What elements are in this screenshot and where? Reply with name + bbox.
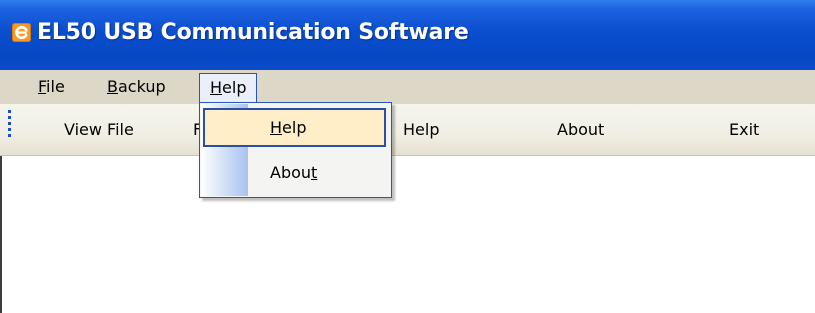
app-e-icon[interactable] — [12, 23, 31, 42]
help-toolbar-button[interactable]: Help — [403, 116, 439, 144]
toolbar: View File F Help About Exit — [0, 104, 815, 156]
menu-backup-mnemonic: B — [107, 77, 118, 96]
menu-backup[interactable]: Backup — [97, 73, 176, 101]
title-bar[interactable]: EL50 USB Communication Software — [0, 0, 815, 70]
help-menu-item-about[interactable]: About — [203, 153, 386, 192]
about-item-label-pre: Abou — [270, 163, 312, 182]
help-menu-item-help-label: Help — [270, 110, 306, 145]
content-area[interactable] — [0, 156, 815, 313]
menu-file-label-post: ile — [46, 77, 65, 96]
help-menu-dropdown: Help About — [199, 102, 392, 198]
help-menu-item-about-label: About — [270, 153, 317, 192]
menu-help-mnemonic: H — [210, 78, 223, 97]
help-menu-item-help[interactable]: Help — [203, 108, 386, 147]
exit-toolbar-button[interactable]: Exit — [729, 116, 759, 144]
help-item-label-post: elp — [282, 118, 307, 137]
about-item-mnemonic: t — [311, 163, 318, 182]
toolbar-grip-icon[interactable] — [8, 110, 12, 138]
menu-file-mnemonic: F — [38, 77, 47, 96]
about-toolbar-button[interactable]: About — [557, 116, 604, 144]
menu-bar: File Backup Help — [0, 70, 815, 104]
window-title: EL50 USB Communication Software — [37, 20, 469, 45]
menu-help-label-post: elp — [222, 78, 247, 97]
app-window: EL50 USB Communication Software File Bac… — [0, 0, 815, 313]
view-file-button[interactable]: View File — [64, 116, 134, 144]
help-item-mnemonic: H — [270, 118, 283, 137]
menu-backup-label-post: ackup — [117, 77, 166, 96]
menu-help[interactable]: Help — [199, 73, 258, 104]
menu-file[interactable]: File — [28, 73, 75, 101]
